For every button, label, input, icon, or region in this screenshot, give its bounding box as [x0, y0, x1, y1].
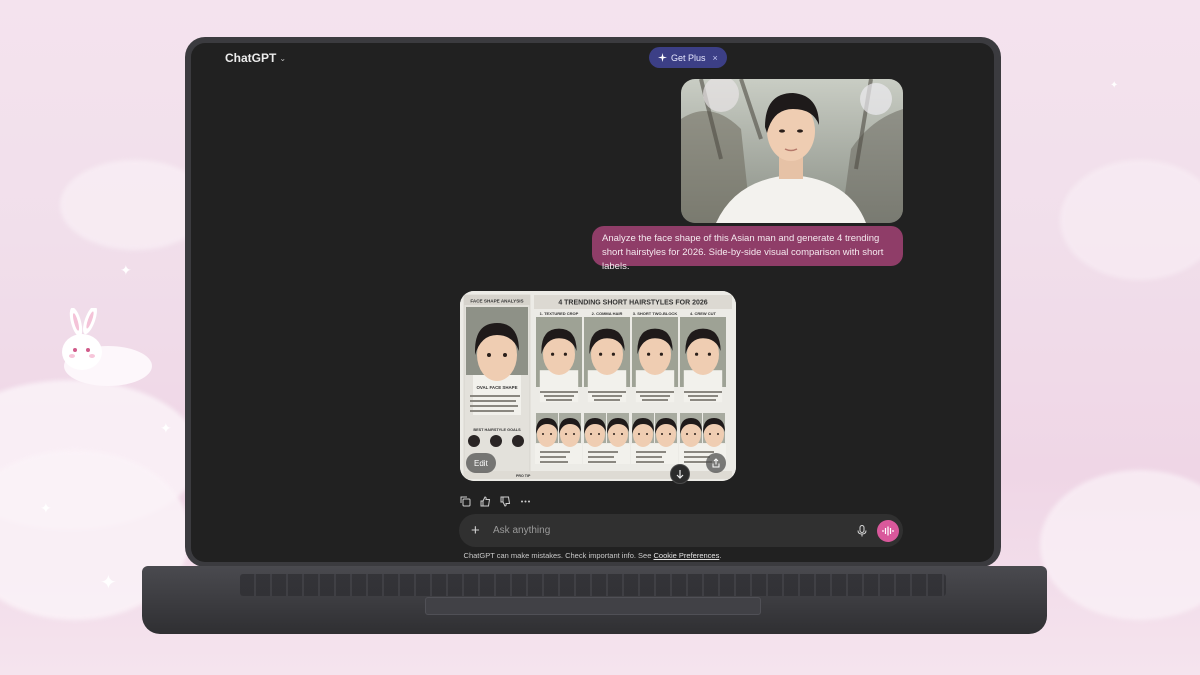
share-image-button[interactable] [706, 453, 726, 473]
pro-tip-label: PRO TIP [516, 474, 531, 478]
goals-heading: BEST HAIRSTYLE GOALS [473, 428, 521, 432]
plus-icon[interactable]: + [471, 522, 487, 539]
voice-mode-button[interactable] [877, 519, 899, 542]
chatgpt-window: ChatGPT ⌄ Get Plus × Analyze the face sh… [191, 43, 994, 562]
model-selector[interactable]: ChatGPT ⌄ [225, 51, 286, 65]
scroll-to-bottom-button[interactable] [670, 464, 690, 484]
laptop-keyboard [240, 574, 946, 596]
face-shape-heading: OVAL FACE SHAPE [476, 385, 517, 390]
portrait-photo [681, 79, 903, 223]
composer: + [459, 514, 903, 547]
waveform-icon [882, 526, 894, 535]
more-icon[interactable] [519, 495, 531, 507]
hairstyle-infographic: FACE SHAPE ANALYSIS 4 TRENDING SHORT HAI… [460, 291, 736, 481]
edit-label: Edit [474, 458, 488, 468]
main-title: 4 TRENDING SHORT HAIRSTYLES FOR 2026 [558, 300, 707, 307]
cloud [1040, 470, 1200, 620]
cloud [1060, 160, 1200, 280]
get-plus-button[interactable]: Get Plus × [649, 47, 727, 68]
uploaded-photo[interactable] [681, 79, 903, 223]
user-message: Analyze the face shape of this Asian man… [592, 226, 903, 272]
thumbs-up-icon[interactable] [479, 495, 491, 507]
style-label-4: 4. CREW CUT [690, 311, 717, 316]
sparkle-icon: ✦ [100, 572, 117, 594]
sparkle-icon [658, 53, 667, 62]
disclaimer-text: ChatGPT can make mistakes. Check importa… [463, 551, 654, 560]
message-actions [459, 495, 531, 507]
style-label-2: 2. COMMA HAIR [592, 311, 623, 316]
arrow-down-icon [676, 470, 684, 479]
sparkle-icon: ✦ [40, 500, 52, 516]
laptop-trackpad [425, 597, 761, 615]
message-input[interactable] [493, 525, 851, 536]
share-icon [712, 458, 720, 468]
style-label-1: 1. TEXTURED CROP [540, 311, 579, 316]
disclaimer: ChatGPT can make mistakes. Check importa… [191, 551, 994, 560]
cookie-preferences-link[interactable]: Cookie Preferences [653, 551, 719, 560]
style-label-3: 3. SHORT TWO-BLOCK [633, 311, 678, 316]
edit-image-button[interactable]: Edit [466, 453, 496, 473]
disclaimer-end: . [719, 551, 722, 560]
sparkle-icon: ✦ [1110, 80, 1119, 91]
close-icon[interactable]: × [713, 53, 718, 63]
app-title: ChatGPT [225, 51, 277, 65]
thumbs-down-icon[interactable] [499, 495, 511, 507]
left-title: FACE SHAPE ANALYSIS [470, 299, 523, 304]
sparkle-icon: ✦ [120, 262, 132, 278]
page: { "app": { "title": "ChatGPT", "title_ca… [0, 0, 1200, 675]
chevron-down-icon: ⌄ [279, 53, 287, 63]
sparkle-icon: ✦ [160, 420, 172, 436]
dictate-button[interactable] [851, 524, 873, 537]
get-plus-label: Get Plus [671, 52, 706, 63]
bunny-illustration [62, 308, 152, 386]
generated-image[interactable]: FACE SHAPE ANALYSIS 4 TRENDING SHORT HAI… [460, 291, 736, 481]
microphone-icon [857, 524, 867, 536]
copy-icon[interactable] [459, 495, 471, 507]
